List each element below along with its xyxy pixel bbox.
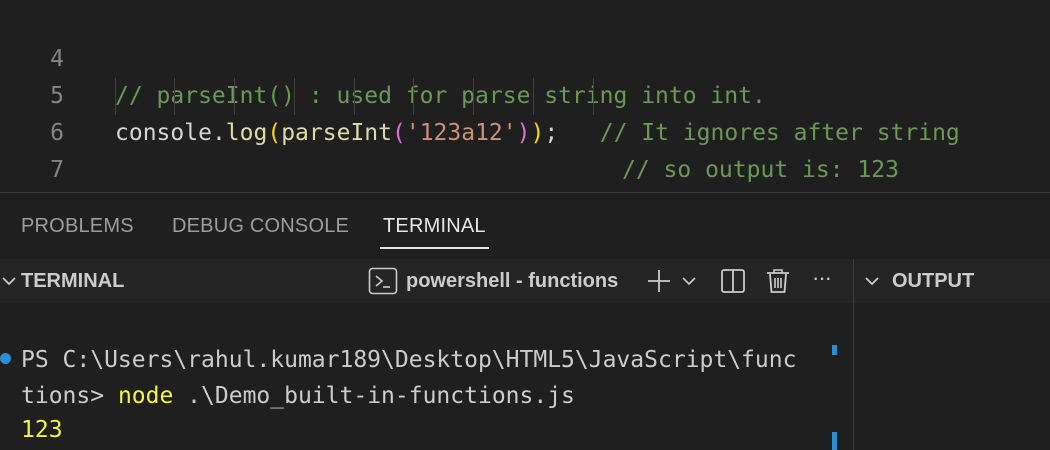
indent-guide [533,78,534,115]
terminal-view-header: TERMINAL powershell - functions ··· [0,259,853,303]
panel-tab-bar: PROBLEMS DEBUG CONSOLE TERMINAL [0,193,1050,259]
terminal-icon [368,267,398,295]
terminal-output[interactable]: PS C:\Users\rahul.kumar189\Desktop\HTML5… [0,303,853,450]
code-line-4: 4 // parseInt() : used for parse string … [0,4,1050,109]
output-view-header: OUTPUT [854,259,1050,303]
terminal-command: node [117,383,174,409]
tab-terminal-label: TERMINAL [383,215,486,237]
tab-terminal[interactable]: TERMINAL [380,215,489,249]
code-comment: // so output is: 123 [622,157,899,183]
output-view[interactable] [854,303,1050,450]
terminal-section-title[interactable]: TERMINAL [21,270,124,293]
split-icon[interactable] [720,268,746,294]
terminal-prompt-line: PS C:\Users\rahul.kumar189\Desktop\HTML5… [21,347,797,373]
command-status-dot[interactable] [0,353,11,364]
indent-guide [593,78,594,115]
indent-guide [413,78,414,115]
trash-icon[interactable] [765,268,791,294]
indent-guide [473,78,474,115]
indent-guide [294,78,295,115]
code-editor[interactable]: 4 // parseInt() : used for parse string … [0,0,1050,192]
terminal-command-line: tions> node .\Demo_built-in-functions.js [21,379,575,413]
chevron-down-icon[interactable] [864,273,880,289]
line-number: 7 [50,157,64,183]
code-line-6: 6 // so output is: 123 [0,78,1050,183]
code-line-5: 5 console.log(parseInt('123a12')); // It… [0,41,1050,146]
indent-guide [234,78,235,115]
more-icon[interactable]: ··· [812,265,832,291]
chevron-down-icon[interactable] [680,268,698,294]
output-section-title[interactable]: OUTPUT [892,270,974,293]
terminal-profile-label: powershell - functions [406,270,619,292]
scrollbar-marker [832,432,837,450]
tab-debug-console[interactable]: DEBUG CONSOLE [172,215,349,238]
terminal-prompt: tions> [21,383,118,409]
vscode-window: 4 // parseInt() : used for parse string … [0,0,1050,450]
code-line-7: 7 [0,115,1050,183]
indent-guide [354,78,355,115]
chevron-down-icon[interactable] [1,273,17,289]
terminal-command-args: .\Demo_built-in-functions.js [173,383,575,409]
indent-guide [115,78,116,115]
scrollbar-marker [832,345,837,355]
indent-guide [174,78,175,115]
active-tab-indicator [380,247,489,249]
terminal-result: 123 [21,417,63,443]
tab-problems[interactable]: PROBLEMS [21,215,134,238]
plus-icon[interactable] [646,268,672,294]
